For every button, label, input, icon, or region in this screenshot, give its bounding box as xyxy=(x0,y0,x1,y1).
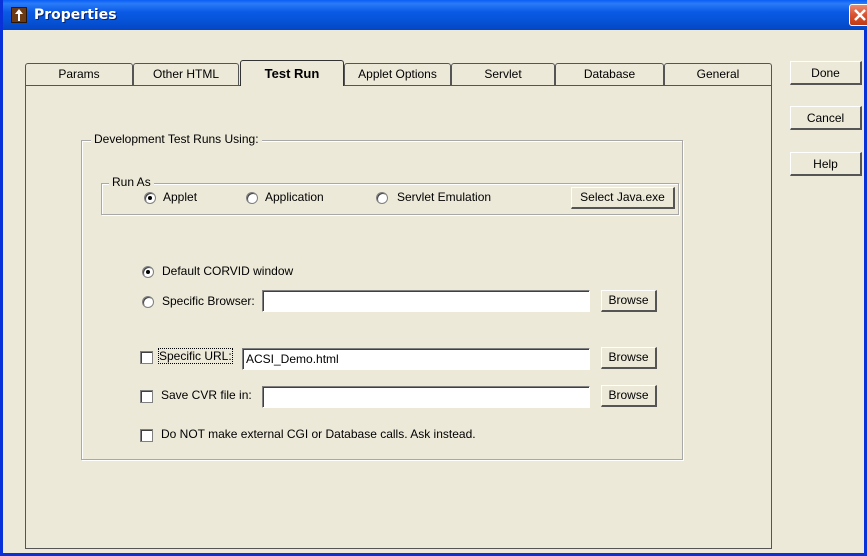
radio-application[interactable] xyxy=(246,192,258,204)
browse-cvr-button[interactable]: Browse xyxy=(601,385,657,407)
specific-url-label: Specific URL: xyxy=(158,348,233,364)
specific-url-field[interactable]: ACSI_Demo.html xyxy=(242,348,590,370)
radio-default-corvid-label: Default CORVID window xyxy=(162,264,294,278)
radio-servlet-emulation-label: Servlet Emulation xyxy=(397,190,492,204)
radio-specific-browser-label: Specific Browser: xyxy=(162,294,255,308)
radio-applet[interactable] xyxy=(144,192,156,204)
radio-applet-label: Applet xyxy=(163,190,198,204)
checkbox-save-cvr[interactable] xyxy=(140,390,153,403)
browse-browser-button[interactable]: Browse xyxy=(601,290,657,312)
save-cvr-label: Save CVR file in: xyxy=(161,388,252,402)
browser-path-field[interactable] xyxy=(262,290,590,312)
select-java-button[interactable]: Select Java.exe xyxy=(571,187,675,209)
radio-specific-browser[interactable] xyxy=(142,296,154,308)
radio-application-label: Application xyxy=(265,190,324,204)
properties-window: Properties Params Other HTML Test Run Ap… xyxy=(0,0,867,556)
radio-default-corvid[interactable] xyxy=(142,266,154,278)
radio-servlet-emulation[interactable] xyxy=(376,192,388,204)
no-external-calls-label: Do NOT make external CGI or Database cal… xyxy=(161,427,476,441)
save-cvr-field[interactable] xyxy=(262,386,590,408)
dev-test-runs-label: Development Test Runs Using: xyxy=(91,132,262,146)
checkbox-specific-url[interactable] xyxy=(140,351,153,364)
checkbox-no-external-calls[interactable] xyxy=(140,429,153,442)
run-as-label: Run As xyxy=(109,175,154,189)
browse-url-button[interactable]: Browse xyxy=(601,347,657,369)
